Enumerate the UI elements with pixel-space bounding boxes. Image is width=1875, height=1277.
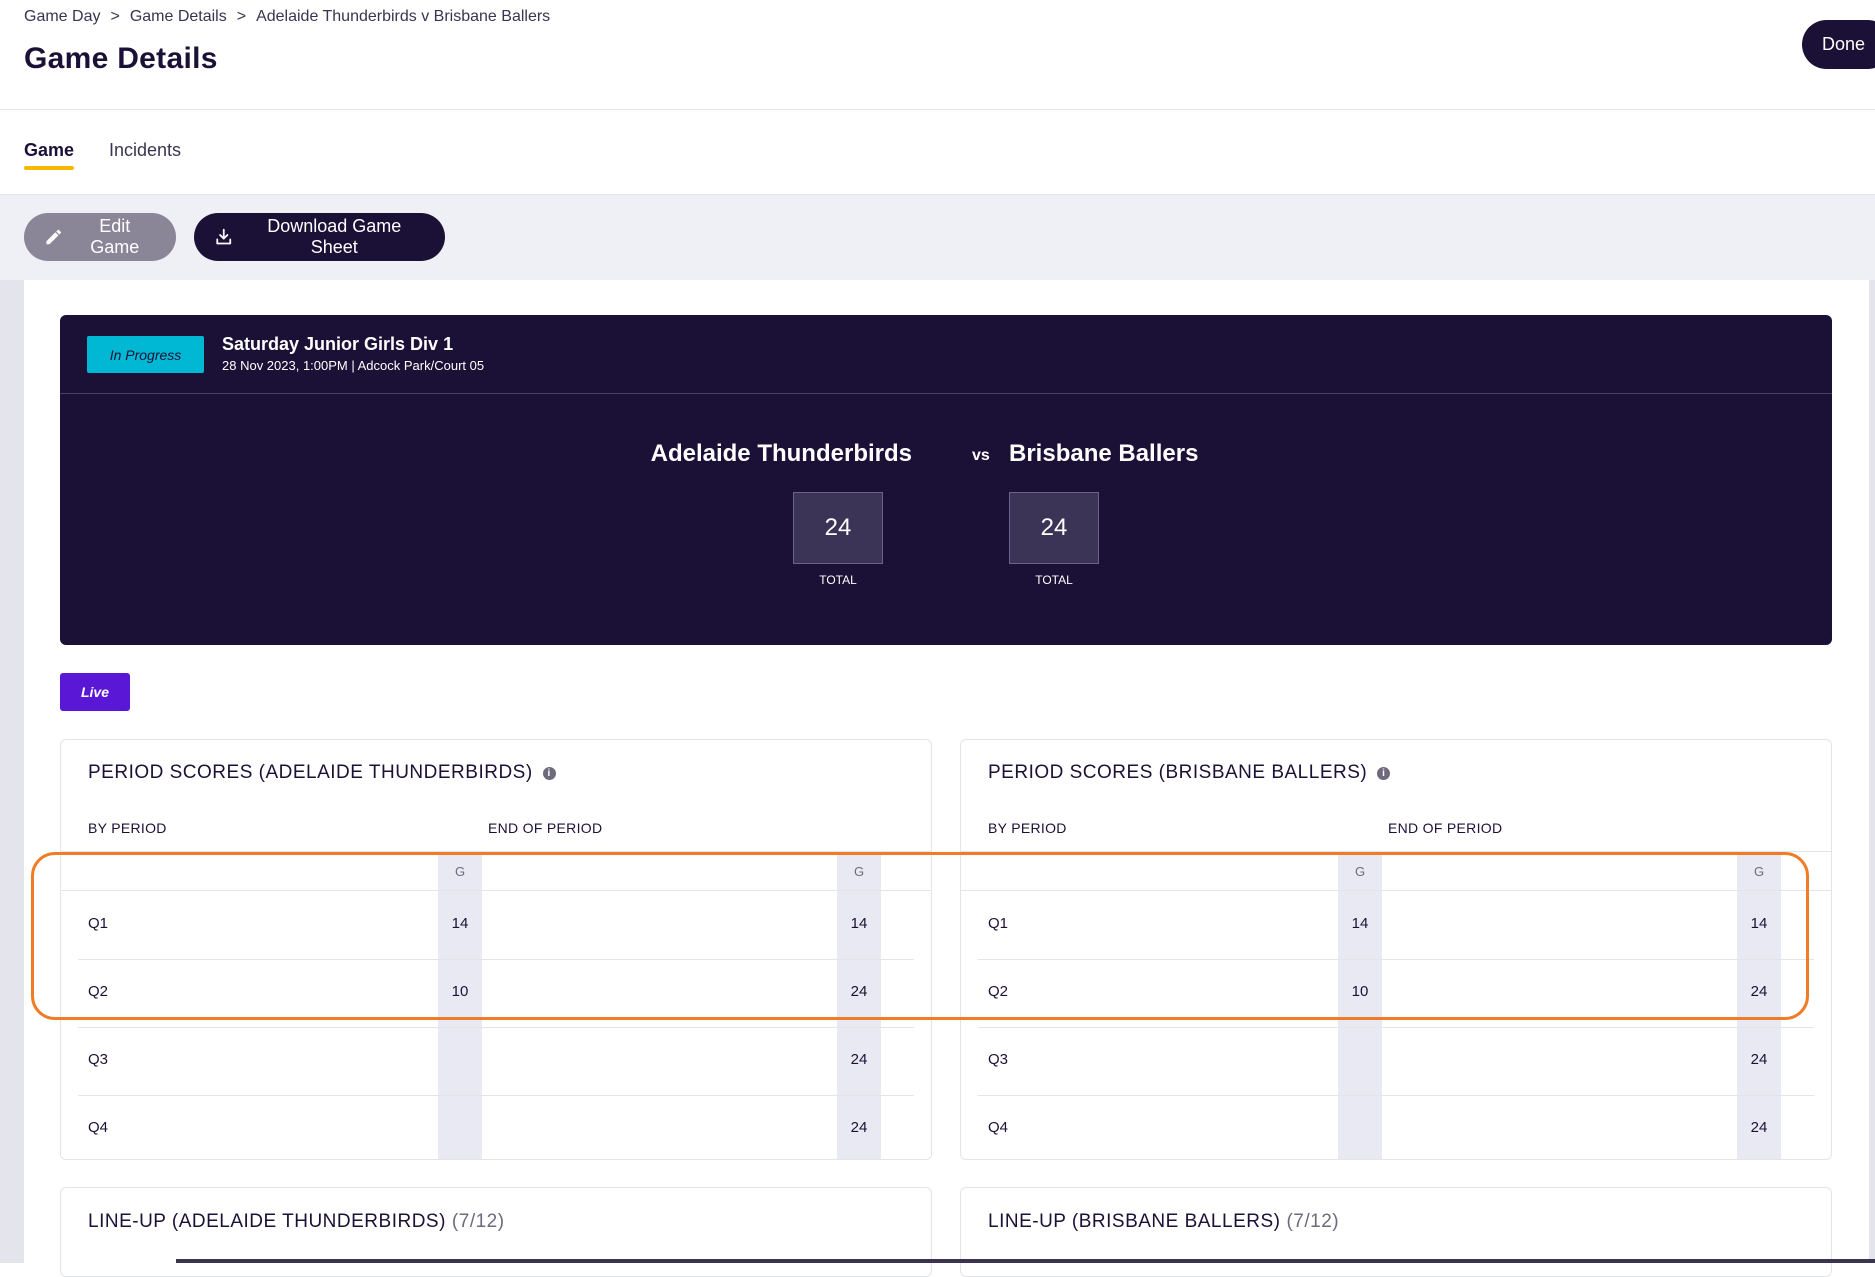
away-team-name: Brisbane Ballers	[1009, 440, 1199, 467]
table-row: Q4 24	[978, 1095, 1814, 1159]
period-label: Q3	[988, 1051, 1009, 1068]
home-team-name: Adelaide Thunderbirds	[650, 440, 912, 467]
period-score: 10	[1351, 983, 1369, 1000]
download-game-sheet-button[interactable]: Download Game Sheet	[194, 213, 445, 261]
tab-incidents[interactable]: Incidents	[109, 140, 181, 161]
goals-column-header: G	[1753, 864, 1765, 879]
cumulative-score: 14	[850, 915, 868, 932]
game-summary-card: In Progress Saturday Junior Girls Div 1 …	[60, 315, 1832, 645]
breadcrumb-game-day[interactable]: Game Day	[24, 8, 100, 26]
period-scores-home-panel: PERIOD SCORES (ADELAIDE THUNDERBIRDS) i …	[60, 739, 932, 1160]
page-header: Game Day > Game Details > Adelaide Thund…	[0, 0, 1875, 110]
breadcrumb-separator: >	[236, 8, 247, 25]
breadcrumb-game-details[interactable]: Game Details	[130, 8, 227, 26]
cumulative-score: 24	[1750, 1051, 1768, 1068]
action-toolbar: Edit Game Download Game Sheet	[0, 195, 1875, 280]
main-area: In Progress Saturday Junior Girls Div 1 …	[0, 280, 1875, 1277]
info-icon[interactable]: i	[542, 766, 556, 780]
table-row: Q3 24	[978, 1027, 1814, 1096]
download-icon	[216, 228, 232, 245]
home-total-label: TOTAL	[819, 573, 857, 587]
lineup-title: LINE-UP (ADELAIDE THUNDERBIRDS) (7/12)	[88, 1211, 505, 1233]
table-row: Q2 10 24	[78, 959, 914, 1028]
pencil-icon	[46, 229, 61, 245]
goals-column-header: G	[454, 864, 466, 879]
card-divider	[60, 393, 1832, 394]
panel-title: PERIOD SCORES (BRISBANE BALLERS) i	[988, 762, 1391, 784]
panel-title-text: PERIOD SCORES (ADELAIDE THUNDERBIRDS)	[88, 762, 533, 783]
edit-game-label: Edit Game	[90, 216, 140, 257]
goals-column-header: G	[1354, 864, 1366, 879]
cumulative-score: 24	[850, 1119, 868, 1136]
by-period-label: BY PERIOD	[988, 820, 1067, 836]
end-of-period-label: END OF PERIOD	[1388, 820, 1503, 836]
panel-title: PERIOD SCORES (ADELAIDE THUNDERBIRDS) i	[88, 762, 556, 784]
download-game-sheet-label: Download Game Sheet	[267, 216, 402, 257]
bottom-scrollbar[interactable]	[176, 1259, 1875, 1263]
content-panel: In Progress Saturday Junior Girls Div 1 …	[24, 280, 1869, 1277]
competition-name: Saturday Junior Girls Div 1	[222, 334, 454, 354]
table-row: Q3 24	[78, 1027, 914, 1096]
tab-bar: Game Incidents	[0, 110, 1875, 195]
status-badge: In Progress	[87, 336, 204, 373]
table-row: Q4 24	[78, 1095, 914, 1159]
lineup-count: (7/12)	[451, 1211, 505, 1232]
goals-column-header: G	[853, 864, 865, 879]
lineup-title-text: LINE-UP (ADELAIDE THUNDERBIRDS)	[88, 1211, 446, 1232]
info-icon[interactable]: i	[1377, 766, 1391, 780]
table-header-row: G G	[961, 851, 1831, 891]
lineup-home-panel: LINE-UP (ADELAIDE THUNDERBIRDS) (7/12)	[60, 1187, 932, 1277]
edit-game-button[interactable]: Edit Game	[24, 213, 176, 261]
period-label: Q2	[988, 983, 1009, 1000]
lineup-title-text: LINE-UP (BRISBANE BALLERS)	[988, 1211, 1281, 1232]
away-score: 24	[1009, 492, 1099, 564]
period-label: Q4	[88, 1119, 109, 1136]
end-of-period-label: END OF PERIOD	[488, 820, 603, 836]
period-label: Q1	[88, 915, 109, 932]
cumulative-score: 24	[850, 983, 868, 1000]
by-period-label: BY PERIOD	[88, 820, 167, 836]
period-label: Q1	[988, 915, 1009, 932]
panel-title-text: PERIOD SCORES (BRISBANE BALLERS)	[988, 762, 1368, 783]
cumulative-score: 24	[1750, 1119, 1768, 1136]
cumulative-score: 24	[1750, 983, 1768, 1000]
table-row: Q2 10 24	[978, 959, 1814, 1028]
game-meta: 28 Nov 2023, 1:00PM | Adcock Park/Court …	[222, 358, 485, 373]
tab-game[interactable]: Game	[24, 140, 75, 170]
live-badge: Live	[60, 673, 130, 711]
lineup-away-panel: LINE-UP (BRISBANE BALLERS) (7/12)	[960, 1187, 1832, 1277]
period-score: 14	[451, 915, 469, 932]
period-label: Q2	[88, 983, 109, 1000]
table-row: Q1 14 14	[78, 891, 914, 960]
period-scores-away-panel: PERIOD SCORES (BRISBANE BALLERS) i BY PE…	[960, 739, 1832, 1160]
period-score: 14	[1351, 915, 1369, 932]
breadcrumb-current-game: Adelaide Thunderbirds v Brisbane Ballers	[256, 8, 551, 25]
cumulative-score: 24	[850, 1051, 868, 1068]
lineup-title: LINE-UP (BRISBANE BALLERS) (7/12)	[988, 1211, 1339, 1233]
period-label: Q4	[988, 1119, 1009, 1136]
lineup-count: (7/12)	[1286, 1211, 1340, 1232]
breadcrumb: Game Day > Game Details > Adelaide Thund…	[24, 8, 550, 26]
page-title: Game Details	[24, 42, 218, 75]
done-button[interactable]: Done	[1802, 20, 1875, 69]
away-total-label: TOTAL	[1035, 573, 1073, 587]
home-score: 24	[793, 492, 883, 564]
cumulative-score: 14	[1750, 915, 1768, 932]
table-row: Q1 14 14	[978, 891, 1814, 960]
period-label: Q3	[88, 1051, 109, 1068]
period-score: 10	[451, 983, 469, 1000]
vs-label: vs	[972, 447, 990, 464]
table-header-row: G G	[61, 851, 931, 891]
breadcrumb-separator: >	[110, 8, 120, 25]
